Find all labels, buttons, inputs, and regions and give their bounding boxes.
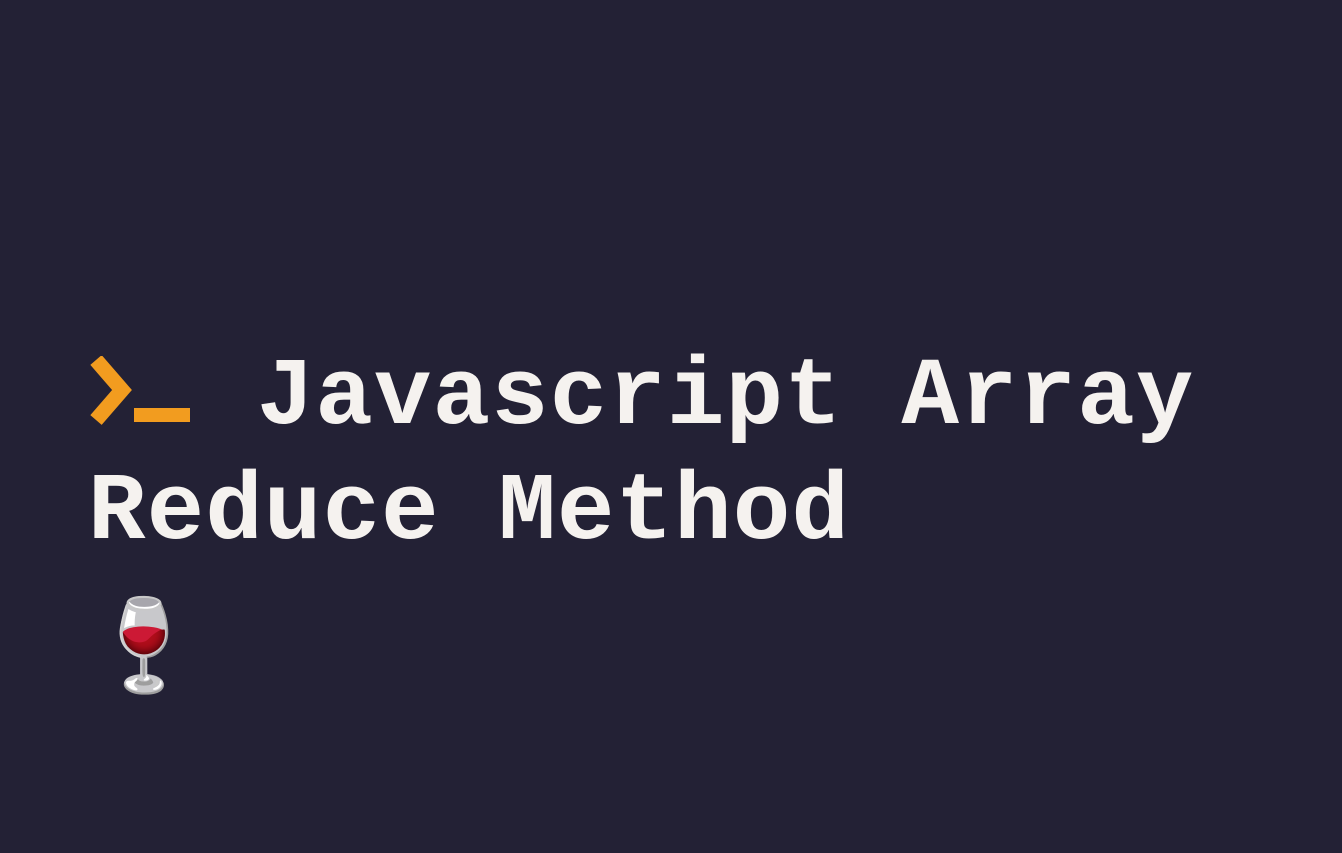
slide-content: Javascript Array Reduce Method 🍷: [88, 340, 1268, 698]
slide-heading: Javascript Array Reduce Method: [88, 340, 1268, 570]
slide-title-text: Javascript Array Reduce Method: [88, 343, 1194, 567]
terminal-prompt-icon: [88, 340, 198, 455]
slide-emoji: 🍷: [88, 608, 1268, 698]
